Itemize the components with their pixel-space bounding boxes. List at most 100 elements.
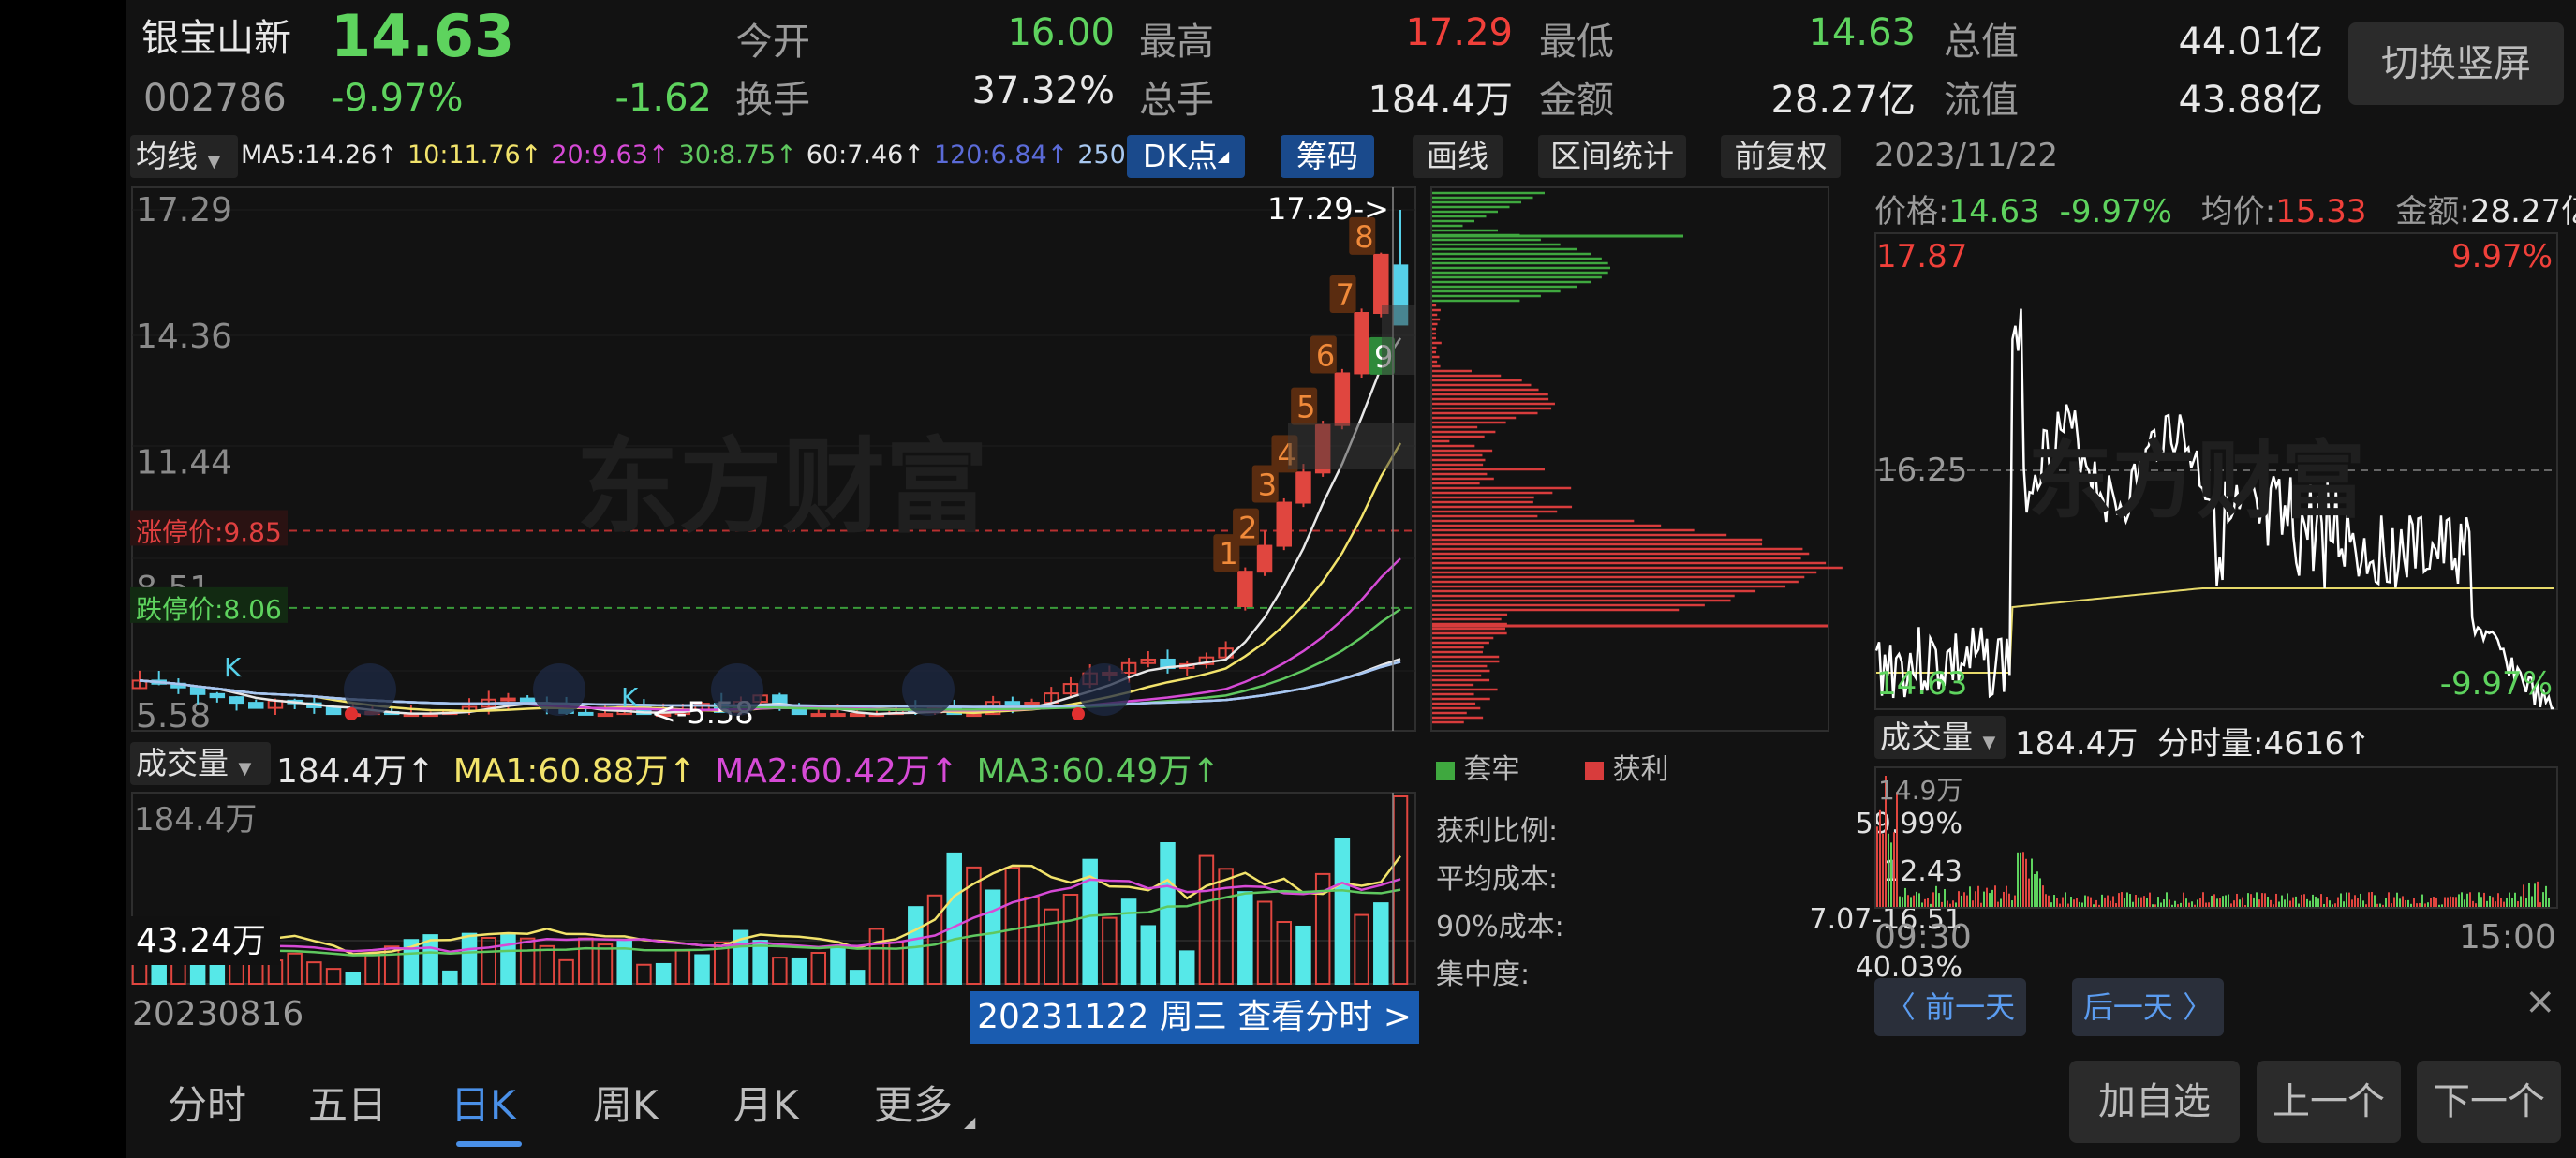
candle-body (1256, 544, 1273, 573)
adjust-button[interactable]: 前复权 (1721, 135, 1841, 178)
quote-value: 28.27亿 (1770, 79, 1916, 122)
k-marker: K (621, 682, 639, 713)
volume-bar (461, 932, 478, 985)
quote-label: 总值 (1944, 21, 2019, 64)
corner-icon: ◢ (1217, 147, 1230, 165)
volume-bar (772, 957, 788, 985)
ma-selector[interactable]: 均线 ▼ (130, 135, 238, 178)
volume-bar (306, 961, 322, 986)
volume-bar (325, 968, 342, 986)
tab-1[interactable]: 五日 (308, 1074, 387, 1131)
price-label: 价格: (1874, 193, 1949, 230)
y-tick-label: 14.36 (136, 318, 232, 356)
close-icon[interactable]: × (2524, 980, 2556, 1023)
stock-change: -1.62 (614, 77, 713, 120)
start-date: 20230816 (132, 995, 304, 1033)
volume-bar (1140, 925, 1157, 985)
next-day-button[interactable]: 后一天 〉 (2072, 978, 2224, 1036)
volume-bar (500, 933, 516, 985)
candle-body (849, 713, 866, 718)
volume-bar (791, 957, 807, 985)
loss-swatch (1436, 761, 1455, 780)
intraday-vol-selector-label: 成交量 (1880, 719, 1973, 755)
volume-bar (597, 943, 614, 986)
signal-marker (1078, 663, 1131, 716)
signal-dot (345, 707, 358, 720)
candle-body (966, 713, 982, 718)
candle-body (830, 713, 846, 718)
candle-body (189, 686, 206, 695)
volume-bar (364, 952, 380, 986)
chips-legend: 套牢 获利 (1436, 746, 1669, 787)
quote-label: 金额 (1539, 79, 1614, 122)
chips-button[interactable]: 筹码 (1281, 135, 1374, 178)
intraday-vol-selector[interactable]: 成交量 ▼ (1874, 716, 2006, 759)
volume-bar (170, 962, 186, 985)
quote-value: 44.01亿 (2178, 21, 2323, 64)
candle-body (1334, 372, 1351, 426)
tab-0[interactable]: 分时 (168, 1074, 246, 1131)
y-tick-label: 17.29 (136, 191, 232, 230)
switch-portrait-button[interactable]: 切换竖屏 (2348, 22, 2564, 105)
prev-stock-button[interactable]: 上一个 (2257, 1061, 2401, 1143)
volume-bar (1178, 950, 1195, 986)
quote-value: 17.29 (1405, 11, 1513, 54)
ma-value: 60:7.46↑ (806, 141, 925, 170)
intraday-volume-chart[interactable] (1874, 766, 2558, 909)
prev-day-button[interactable]: 〈 前一天 (1874, 978, 2026, 1036)
volume-ma-line (139, 888, 1401, 960)
add-watchlist-button[interactable]: 加自选 (2069, 1061, 2240, 1143)
next-stock-button[interactable]: 下一个 (2417, 1061, 2561, 1143)
volume-chart[interactable]: 184.4万 43.24万 (126, 791, 1419, 987)
time-start: 09:30 (1874, 918, 1972, 957)
tab-2[interactable]: 日K (451, 1074, 516, 1131)
volume-bar (1334, 838, 1351, 985)
dropdown-icon: ▼ (1982, 733, 1996, 752)
intraday-date: 2023/11/22 (1874, 137, 2058, 174)
range-stats-button[interactable]: 区间统计 (1538, 135, 1686, 178)
intraday-top-price: 17.87 (1876, 238, 1968, 275)
volume-bar (558, 958, 574, 985)
dropdown-icon: ▼ (207, 152, 221, 171)
volume-bar (616, 938, 632, 985)
tab-4[interactable]: 月K (733, 1074, 799, 1131)
tab-5[interactable]: 更多 (874, 1074, 953, 1131)
intraday-tick-vol: 分时量:4616↑ (2157, 725, 2372, 763)
tab-3[interactable]: 周K (593, 1074, 659, 1131)
stock-app: 银宝山新 14.63 002786 -9.97% -1.62 今开 16.00 最高… (126, 0, 2576, 1158)
candle-body (578, 711, 594, 716)
quote-label: 最低 (1539, 21, 1614, 64)
y-tick-label: 5.58 (136, 697, 211, 735)
candle-body (325, 705, 342, 716)
volume-bar (752, 940, 768, 986)
volume-ma3: MA3:60.49万↑ (976, 752, 1221, 791)
volume-bar (539, 944, 555, 985)
ma-line (139, 608, 1401, 711)
intraday-quote: 价格:14.63 -9.97% 均价:15.33 金额:28.27亿 (1874, 186, 2576, 231)
volume-bar (655, 962, 672, 986)
candle-body (229, 696, 244, 705)
intraday-avg: 15.33 (2275, 193, 2367, 230)
volume-bar (287, 952, 303, 986)
volume-bar (1160, 842, 1176, 985)
candle-body (1004, 701, 1021, 705)
dropdown-icon: ▼ (238, 759, 252, 779)
volume-bar (1295, 925, 1311, 986)
volume-selector[interactable]: 成交量 ▼ (130, 742, 271, 785)
dk-point-button[interactable]: DK点◢ (1127, 135, 1245, 178)
ma-line (139, 661, 1401, 708)
volume-selector-label: 成交量 (136, 745, 229, 781)
candle-body (1024, 702, 1040, 706)
price-highlight (1382, 305, 1415, 375)
volume-bar (1198, 854, 1215, 985)
volume-bar (481, 936, 496, 985)
quote-label: 最高 (1139, 21, 1214, 64)
chips-stat-label: 获利比例: (1436, 815, 1559, 848)
signal-marker (902, 663, 955, 716)
draw-line-button[interactable]: 画线 (1413, 135, 1503, 178)
intraday-bottom-pct: -9.97% (2439, 665, 2553, 703)
volume-values: 184.4万↑ MA1:60.88万↑ MA2:60.42万↑ MA3:60.4… (276, 744, 1220, 793)
view-intraday-button[interactable]: 20231122 周三 查看分时 > (970, 991, 1419, 1044)
y-tick-label: 11.44 (136, 443, 232, 482)
intraday-mid-price: 16.25 (1876, 452, 1968, 489)
